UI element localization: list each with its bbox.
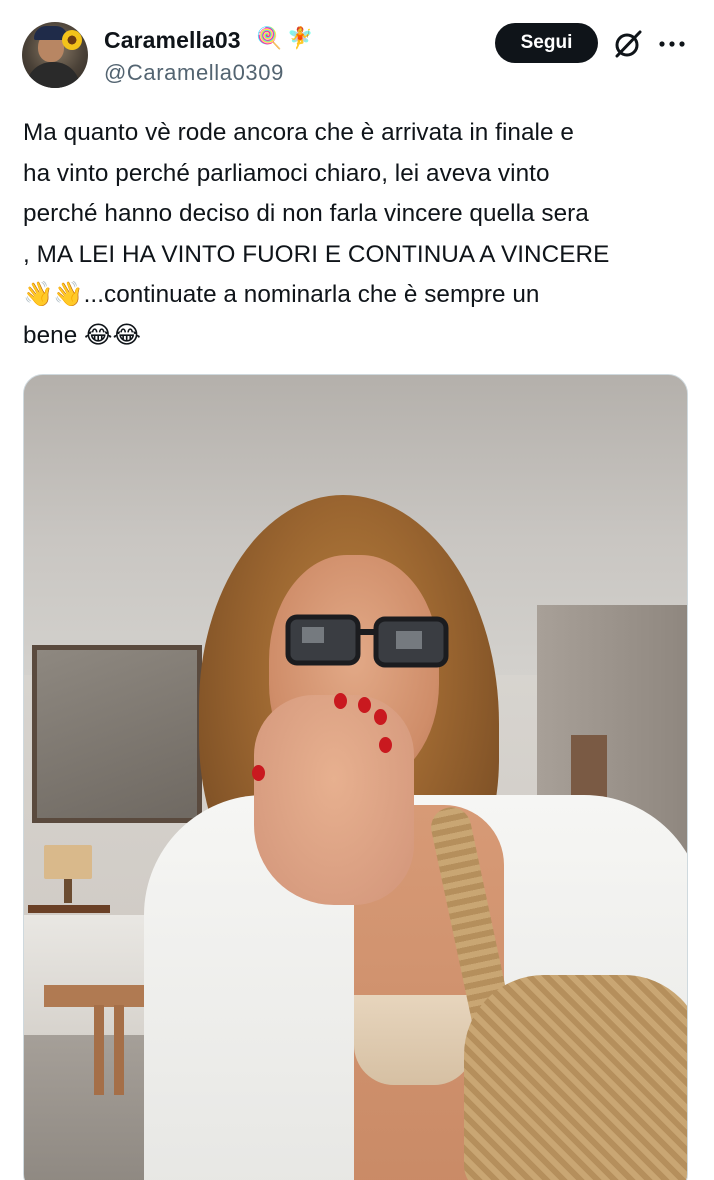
tweet-line: , MA LEI HA VINTO FUORI E CONTINUA A VIN… [23,240,610,268]
photo-nail [334,693,347,709]
grok-icon[interactable] [613,29,643,59]
tweet-line: bene 😂😂 [23,321,141,349]
photo-side-table [28,905,110,913]
tweet-text: Ma quanto vè rode ancora che è arrivata … [23,113,695,356]
photo-lamp-base [64,879,72,903]
display-name[interactable]: Caramella03 [104,27,241,54]
tweet-line: perché hanno deciso di non farla vincere… [23,200,589,227]
avatar-sunflower [62,30,82,50]
photo-bench-leg [94,1005,104,1095]
follow-button[interactable]: Segui [495,23,598,63]
photo-nail [358,697,371,713]
photo-mirror [32,645,202,823]
user-handle[interactable]: @Caramella0309 [104,60,284,86]
photo-bench-leg [114,1005,124,1095]
tweet-line: Ma quanto vè rode ancora che è arrivata … [23,119,574,146]
avatar-body [26,62,80,88]
lollipop-emoji: 🍭 [256,27,283,50]
photo-nail [252,765,265,781]
photo-sunglasses [285,614,449,668]
photo-bag [464,975,687,1180]
fairy-emoji: 🧚 [287,27,314,50]
tweet-card: Caramella03 🍭 🧚 @Caramella0309 Segui Ma … [0,0,714,1180]
tweet-photo[interactable] [23,374,688,1180]
photo-hand [254,695,414,905]
photo-lamp [44,845,92,879]
photo-bikini [354,995,474,1085]
avatar[interactable] [22,22,88,88]
tweet-line: ha vinto perché parliamoci chiaro, lei a… [23,159,550,187]
photo-nail [379,737,392,753]
more-icon[interactable] [659,41,685,47]
photo-nail [374,709,387,725]
tweet-line: 👋👋...continuate a nominarla che è sempre… [23,281,540,308]
